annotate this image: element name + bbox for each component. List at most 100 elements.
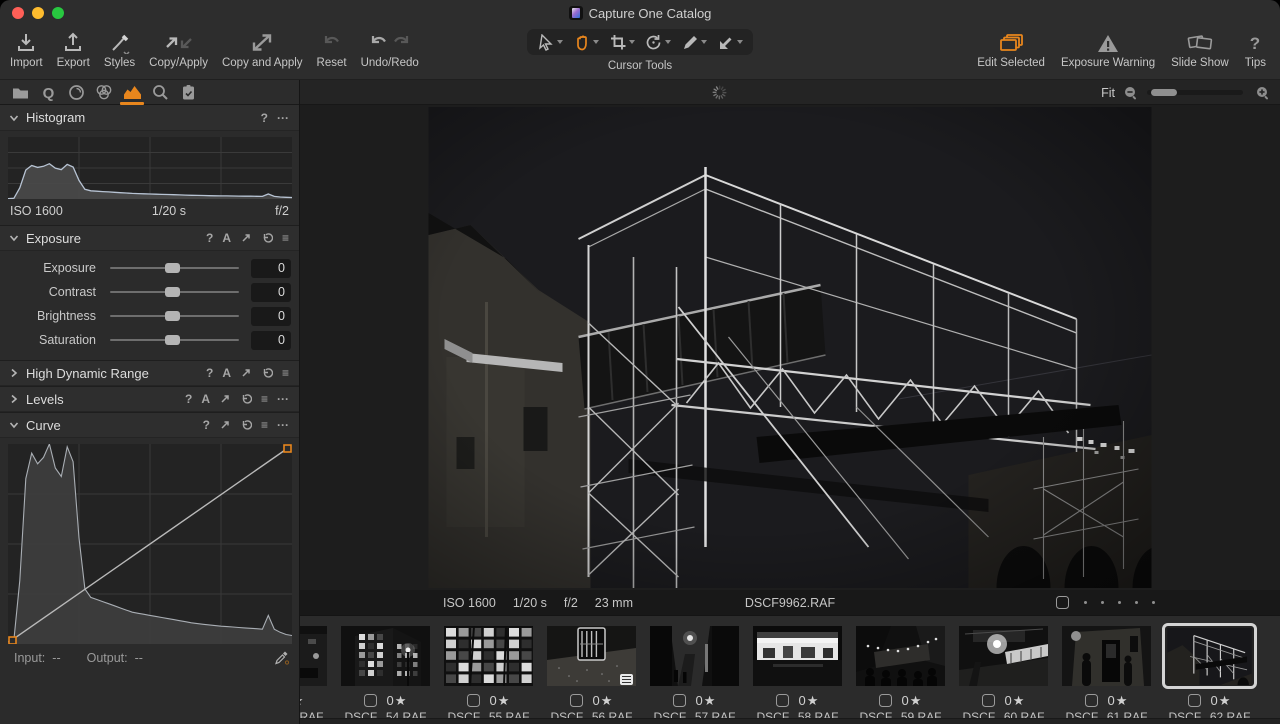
zoom-button[interactable] [52, 7, 64, 19]
copy-and-apply-button[interactable]: Copy and Apply [222, 26, 303, 69]
minimize-button[interactable] [32, 7, 44, 19]
curve-plot[interactable] [8, 444, 292, 644]
filmstrip-scrollbar[interactable] [300, 718, 1280, 724]
auto-adjust-icon[interactable]: A [222, 232, 231, 244]
tips-button[interactable]: ?Tips [1245, 26, 1266, 69]
thumbnail-checkbox[interactable] [879, 694, 892, 707]
tool-tab-library-folder[interactable] [6, 80, 34, 105]
filmstrip-thumbnail[interactable] [856, 623, 945, 689]
exposure-value-field[interactable]: 0 [251, 259, 291, 278]
slide-show-button[interactable]: Slide Show [1171, 26, 1229, 69]
copy-adjustments-icon[interactable] [240, 232, 252, 244]
filmstrip-item[interactable]: 0★DSCF...57.RAF [647, 623, 742, 724]
filmstrip-item[interactable]: 0★DSCF...59.RAF [853, 623, 948, 724]
exposure-slider-handle[interactable] [165, 263, 180, 273]
thumbnail-rating[interactable]: 0★ [593, 693, 614, 709]
tool-tab-details[interactable] [146, 80, 174, 105]
saturation-value-field[interactable]: 0 [251, 331, 291, 350]
curve-panel-header[interactable]: Curve ? ≡ ··· [0, 412, 299, 438]
thumbnail-rating[interactable]: 0★ [1211, 693, 1232, 709]
reset-button[interactable]: Reset [317, 26, 347, 69]
reset-adjustments-icon[interactable] [240, 393, 252, 405]
apply-cursor-tool[interactable] [712, 30, 748, 54]
presets-icon[interactable]: ≡ [282, 232, 289, 244]
rating-dots[interactable] [1084, 601, 1155, 604]
rating-dot[interactable] [1084, 601, 1087, 604]
reset-adjustments-icon[interactable] [261, 367, 273, 379]
rating-dot[interactable] [1101, 601, 1104, 604]
hdr-panel-header[interactable]: High Dynamic Range ? A ≡ [0, 360, 299, 386]
filmstrip-thumbnail[interactable] [753, 623, 842, 689]
help-icon[interactable]: ? [261, 112, 268, 124]
brightness-value-field[interactable]: 0 [251, 307, 291, 326]
saturation-slider-handle[interactable] [165, 335, 180, 345]
exposure-panel-header[interactable]: Exposure ? A ≡ [0, 225, 299, 251]
draw-mask-tool[interactable] [676, 30, 712, 54]
filmstrip-thumbnail[interactable] [650, 623, 739, 689]
select-checkbox[interactable] [1056, 596, 1069, 609]
pan-hand-tool[interactable] [568, 30, 604, 54]
filmstrip-thumbnail[interactable] [959, 623, 1048, 689]
thumbnail-checkbox[interactable] [570, 694, 583, 707]
filmstrip-thumbnail[interactable] [547, 623, 636, 689]
thumbnail-rating[interactable]: 0★ [1005, 693, 1026, 709]
thumbnail-checkbox[interactable] [1085, 694, 1098, 707]
import-button[interactable]: Import [10, 26, 43, 69]
tool-tab-color[interactable] [90, 80, 118, 105]
filmstrip-item[interactable]: 0★DSCF...60.RAF [956, 623, 1051, 724]
thumbnail-checkbox[interactable] [1188, 694, 1201, 707]
filmstrip-item[interactable]: 0★DSCF...56.RAF [544, 623, 639, 724]
select-cursor-tool[interactable] [532, 30, 568, 54]
contrast-slider-handle[interactable] [165, 287, 180, 297]
filmstrip[interactable]: 0★DSCF...53.RAF0★DSCF...54.RAF0★DSCF...5… [300, 615, 1280, 724]
help-icon[interactable]: ? [206, 232, 213, 244]
reset-adjustments-icon[interactable] [240, 419, 252, 431]
presets-icon[interactable]: ≡ [282, 367, 289, 379]
tool-tab-metadata[interactable] [202, 80, 230, 105]
filmstrip-item[interactable]: 0★DSCF...54.RAF [338, 623, 433, 724]
saturation-slider[interactable] [110, 328, 239, 352]
thumbnail-checkbox[interactable] [673, 694, 686, 707]
thumbnail-checkbox[interactable] [776, 694, 789, 707]
rating-dot[interactable] [1152, 601, 1155, 604]
undo-redo-button[interactable]: Undo/Redo [361, 26, 419, 69]
auto-adjust-icon[interactable]: A [222, 367, 231, 379]
exposure-slider[interactable] [110, 256, 239, 280]
edit-selected-button[interactable]: Edit Selected [977, 26, 1045, 69]
filmstrip-thumbnail[interactable] [341, 623, 430, 689]
filmstrip-item[interactable]: 0★DSCF...61.RAF [1059, 623, 1154, 724]
filmstrip-item[interactable]: 0★DSCF...62.RAF [1162, 623, 1257, 724]
thumbnail-checkbox[interactable] [467, 694, 480, 707]
zoom-slider-handle[interactable] [1151, 89, 1177, 96]
help-icon[interactable]: ? [203, 419, 210, 431]
auto-adjust-icon[interactable]: A [201, 393, 210, 405]
thumbnail-rating[interactable]: 0★ [1108, 693, 1129, 709]
presets-icon[interactable]: ≡ [261, 419, 268, 431]
tool-tab-quick[interactable]: Q [34, 80, 62, 105]
filmstrip-item[interactable]: 0★DSCF...58.RAF [750, 623, 845, 724]
copy-apply-button[interactable]: Copy/Apply [149, 26, 208, 69]
filmstrip-thumbnail[interactable] [1062, 623, 1151, 689]
curve-picker-icon[interactable] [274, 650, 289, 665]
thumbnail-rating[interactable]: 0★ [696, 693, 717, 709]
thumbnail-checkbox[interactable] [364, 694, 377, 707]
brightness-slider-handle[interactable] [165, 311, 180, 321]
filmstrip-item[interactable]: 0★DSCF...53.RAF [300, 623, 330, 724]
zoom-slider[interactable] [1147, 90, 1243, 95]
thumbnail-rating[interactable]: 0★ [300, 693, 304, 709]
help-icon[interactable]: ? [206, 367, 213, 379]
filmstrip-thumbnail[interactable] [444, 623, 533, 689]
copy-adjustments-icon[interactable] [240, 367, 252, 379]
rating-dot[interactable] [1135, 601, 1138, 604]
tool-tab-lens[interactable] [62, 80, 90, 105]
rating-dot[interactable] [1118, 601, 1121, 604]
more-icon[interactable]: ··· [277, 419, 289, 431]
viewer-canvas[interactable] [300, 105, 1280, 590]
exposure-warning-button[interactable]: Exposure Warning [1061, 26, 1155, 69]
rotate-tool[interactable] [640, 30, 676, 54]
histogram-panel-header[interactable]: Histogram ? ··· [0, 105, 299, 131]
help-icon[interactable]: ? [185, 393, 192, 405]
filmstrip-thumbnail-selected[interactable] [1162, 623, 1257, 689]
filmstrip-item[interactable]: 0★DSCF...55.RAF [441, 623, 536, 724]
reset-adjustments-icon[interactable] [261, 232, 273, 244]
